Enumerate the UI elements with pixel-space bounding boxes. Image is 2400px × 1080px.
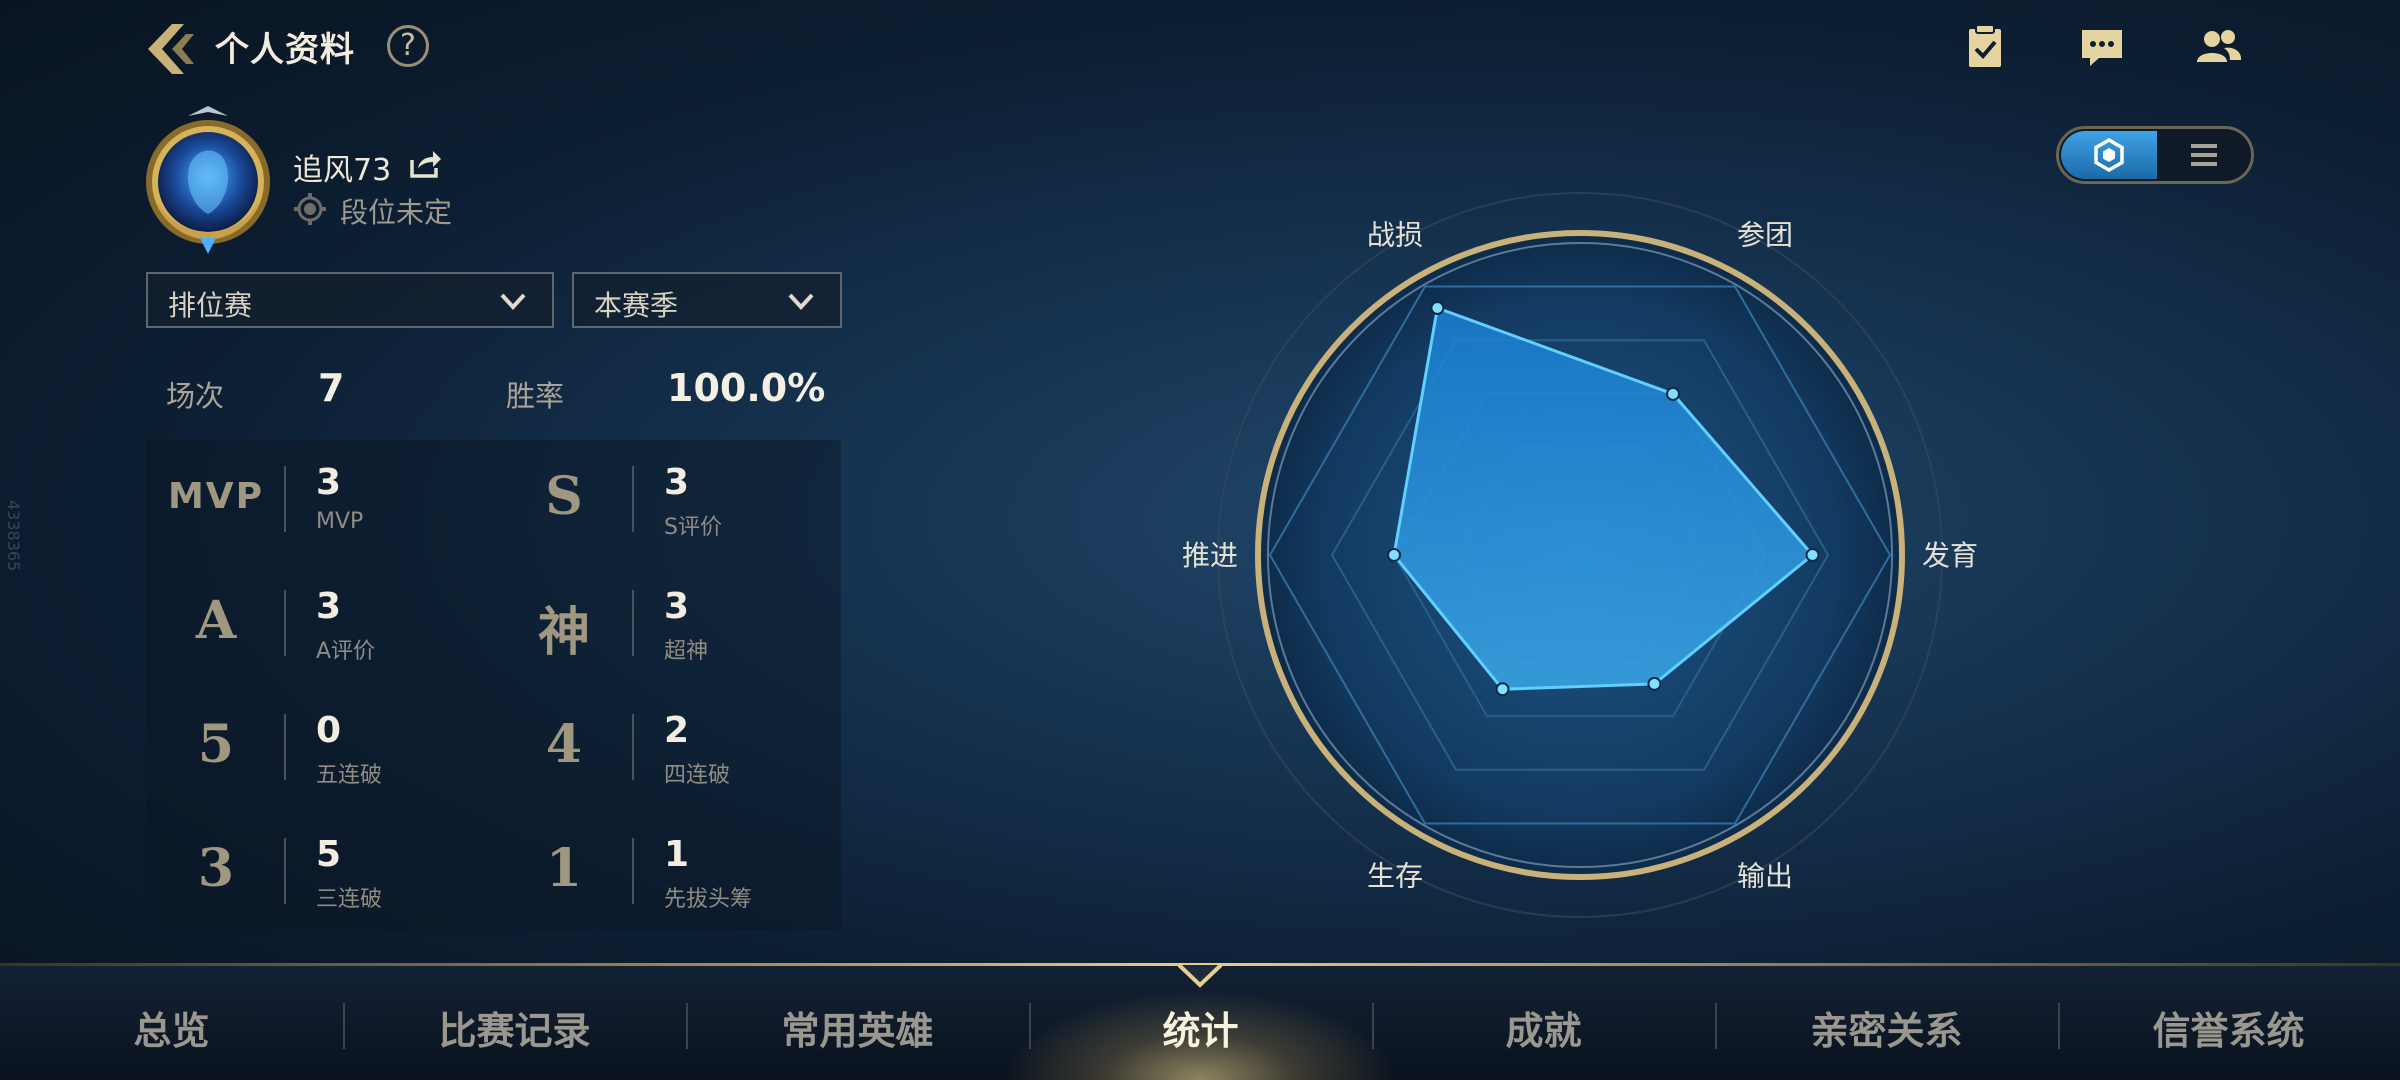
stat-s-rating: S 3 S评价 (494, 440, 841, 562)
avatar[interactable] (138, 102, 278, 260)
chevron-down-icon (500, 293, 526, 310)
winrate-label: 胜率 (506, 379, 565, 413)
radar-data-point (1647, 676, 1662, 691)
stat-value: 3 (664, 586, 690, 627)
stat-label: 五连破 (316, 763, 383, 788)
stat-value: 3 (316, 462, 342, 503)
radar-data-point (1387, 548, 1401, 562)
radar-axis-label: 发育 (1922, 539, 1978, 572)
tab-relationships[interactable]: 亲密关系 (1715, 1000, 2058, 1055)
games-label: 场次 (166, 379, 225, 413)
radar-axis-label: 参团 (1737, 219, 1793, 252)
stat-value: 3 (316, 586, 342, 627)
a-rating-badge: A (195, 590, 237, 651)
stat-label: S评价 (664, 515, 722, 540)
season-dropdown-label: 本赛季 (594, 289, 679, 322)
stat-label: MVP (316, 509, 364, 534)
radar-data-point (1430, 301, 1445, 316)
stat-value: 0 (316, 710, 342, 751)
radar-axis-label: 生存 (1367, 859, 1423, 892)
triple-badge: 3 (197, 838, 235, 899)
mvp-badge: MVP (167, 476, 265, 517)
player-name: 追风73 (293, 153, 392, 188)
winrate-value: 100.0% (667, 366, 826, 410)
checklist-icon[interactable] (1960, 22, 2010, 72)
radar-view-button[interactable] (2061, 131, 2157, 179)
radar-axis-label: 战损 (1367, 219, 1423, 252)
radar-data-point (1495, 682, 1510, 697)
penta-badge: 5 (197, 714, 235, 775)
page-title: 个人资料 (215, 30, 355, 70)
hexagon-icon (2094, 137, 2124, 173)
stat-mvp: MVP 3 MVP (146, 440, 493, 562)
quadra-badge: 4 (545, 714, 583, 775)
chevron-down-icon (788, 293, 814, 310)
view-mode-toggle[interactable] (2056, 126, 2254, 184)
stat-value: 5 (316, 834, 342, 875)
chat-icon[interactable] (2077, 22, 2127, 72)
tab-credit-system[interactable]: 信誉系统 (2057, 1000, 2400, 1055)
stat-label: A评价 (316, 639, 376, 664)
radar-data-point (1805, 548, 1820, 562)
season-dropdown[interactable]: 本赛季 (572, 272, 842, 328)
list-view-button[interactable] (2159, 131, 2251, 179)
list-icon (2191, 144, 2217, 166)
friends-icon[interactable] (2194, 22, 2244, 72)
radar-axis-label: 推进 (1182, 539, 1238, 572)
help-icon[interactable]: ? (387, 25, 429, 67)
share-icon[interactable] (408, 146, 442, 180)
stat-triple-kill: 3 5 三连破 (146, 812, 493, 934)
rank-badge-icon (294, 193, 326, 225)
games-value: 7 (318, 366, 345, 410)
stat-godlike: 神 3 超神 (494, 564, 841, 686)
tab-overview[interactable]: 总览 (0, 1000, 343, 1055)
active-tab-pointer-icon (1177, 963, 1223, 988)
back-arrow-icon[interactable] (140, 20, 200, 78)
mode-dropdown-label: 排位赛 (168, 289, 253, 322)
stat-value: 2 (664, 710, 690, 751)
godlike-badge: 神 (537, 602, 590, 663)
radar-data-point (1666, 386, 1680, 401)
stat-label: 先拔头筹 (664, 887, 753, 912)
watermark-text: 4338365 (4, 500, 23, 572)
radar-chart: 战损 参团发育输出 生存 推进 (1182, 192, 1978, 918)
tab-heroes[interactable]: 常用英雄 (686, 1000, 1029, 1055)
first-blood-badge: 1 (545, 838, 583, 899)
tab-achievements[interactable]: 成就 (1372, 1000, 1715, 1055)
stat-a-rating: A 3 A评价 (146, 564, 493, 686)
rank-status: 段位未定 (340, 196, 453, 229)
tab-statistics[interactable]: 统计 (1029, 1000, 1372, 1055)
stat-label: 超神 (664, 639, 709, 664)
mode-dropdown[interactable]: 排位赛 (146, 272, 554, 328)
stat-label: 三连破 (316, 887, 383, 912)
stat-value: 1 (664, 834, 690, 875)
stat-first-blood: 1 1 先拔头筹 (494, 812, 841, 934)
stat-quadra-kill: 4 2 四连破 (494, 688, 841, 810)
radar-axis-label: 输出 (1737, 859, 1793, 892)
stat-penta-kill: 5 0 五连破 (146, 688, 493, 810)
stat-value: 3 (664, 462, 690, 503)
tab-match-history[interactable]: 比赛记录 (343, 1000, 686, 1055)
stats-grid: MVP 3 MVP S 3 S评价 A 3 A评价 神 3 超神 5 0 五连破… (146, 440, 841, 930)
s-rating-badge: S (545, 466, 583, 527)
stat-label: 四连破 (664, 763, 731, 788)
